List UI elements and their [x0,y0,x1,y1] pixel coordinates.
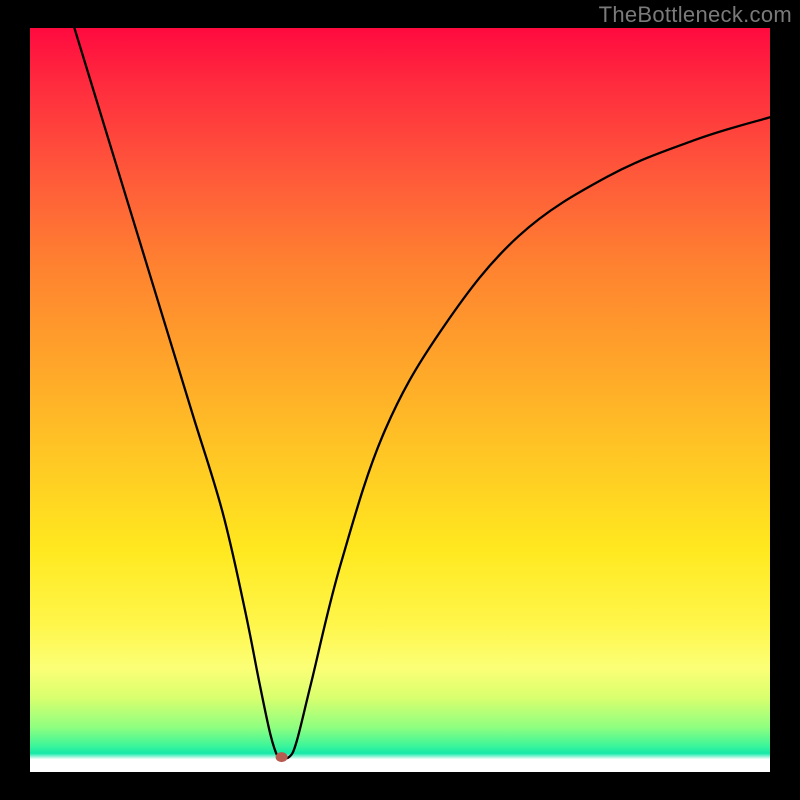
optimum-marker [276,752,288,762]
chart-frame: TheBottleneck.com [0,0,800,800]
curve-svg [30,28,770,772]
plot-area [30,28,770,772]
bottleneck-curve [74,28,770,759]
watermark-text: TheBottleneck.com [599,2,792,28]
